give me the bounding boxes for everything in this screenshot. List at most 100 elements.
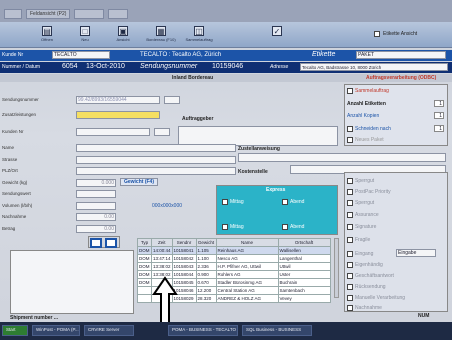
option-2-label: Sperrgut: [355, 200, 375, 206]
option-8-checkbox[interactable]: [347, 273, 353, 279]
option-4-checkbox[interactable]: [347, 224, 353, 230]
taskbar-item-sql[interactable]: SQL Business - BUSINESS: [242, 325, 312, 336]
toolbar-button-view-label: Ansicht: [116, 37, 130, 42]
option-7-checkbox[interactable]: [347, 262, 353, 268]
zustell-dropdown[interactable]: [238, 153, 446, 162]
auftraggeber-label: Auftraggeber: [182, 116, 214, 122]
anzahl-kopien-label: Anzahl Kopien: [347, 113, 380, 119]
col-name[interactable]: Name: [215, 238, 279, 247]
kunden-nr-input[interactable]: [76, 128, 150, 136]
taskbar-item-server[interactable]: CRVIRE Server: [84, 325, 134, 336]
name-input[interactable]: [76, 144, 236, 152]
etikette-input[interactable]: PAKET: [356, 51, 446, 59]
tab-4[interactable]: [108, 9, 128, 19]
table-scrollbar[interactable]: [334, 238, 339, 298]
tab-feldansicht[interactable]: Feldansicht (P2): [26, 9, 70, 19]
nav-next-button[interactable]: [105, 238, 117, 248]
table-row[interactable]: DOM 14:00:44 10158041 1.105 Reinhaus AG Walli…: [137, 246, 331, 255]
table-header-row: Typ Zeit Sendnr Gewicht Name Ortschaft: [137, 238, 331, 247]
option-5-label: Fragile: [355, 237, 371, 243]
tab-3[interactable]: [74, 9, 104, 19]
option-0-label: Sperrgut: [355, 178, 375, 184]
anzahl-etiketten-input[interactable]: 1: [434, 100, 444, 107]
option-7-label: Eigenhändig: [355, 262, 383, 268]
auftraggeber-box[interactable]: [178, 126, 338, 146]
toolbar-button-sammelauftrag-label: Sammelauftrag: [185, 37, 213, 42]
col-typ[interactable]: Typ: [137, 238, 152, 247]
option-2-checkbox[interactable]: [347, 200, 353, 206]
express-abend-checkbox[interactable]: [282, 199, 288, 205]
nummer-label: Nummer / Datum: [2, 64, 41, 70]
option-5-checkbox[interactable]: [347, 237, 353, 243]
sammelauftrag-checkbox[interactable]: [347, 88, 353, 94]
option-11-checkbox[interactable]: [347, 305, 353, 311]
taskbar-item-winpost[interactable]: WinPost - POMA (P...: [32, 325, 80, 336]
blank-icon: ✓: [272, 26, 282, 36]
cell: DOM: [137, 262, 152, 271]
col-sendnr[interactable]: Sendnr: [171, 238, 197, 247]
option-3-checkbox[interactable]: [347, 212, 353, 218]
taskbar-item-poma[interactable]: POMA - BUSINESS - TECALTO: [168, 325, 238, 336]
cell: 2.336: [195, 262, 217, 271]
gewicht-input[interactable]: 0.000: [76, 179, 116, 187]
toolbar-button-view[interactable]: ▣ Ansicht: [106, 24, 140, 46]
start-button[interactable]: Start: [2, 325, 28, 336]
option-1-checkbox[interactable]: [347, 189, 353, 195]
toolbar-button-bordereau[interactable]: ▦ Bordereau (F10): [144, 24, 178, 46]
option-4-label: Signature: [355, 224, 377, 230]
zustell-label: Zustellanweisung: [238, 146, 280, 152]
zusatzleistungen-input[interactable]: [76, 111, 160, 119]
toolbar-button-open[interactable]: ▤ Offnen: [30, 24, 64, 46]
sammelauftrag-label: Sammelauftrag: [355, 88, 389, 94]
kunde-input[interactable]: TECALTO: [52, 51, 110, 59]
volumen-input[interactable]: [76, 202, 116, 210]
row-label-strasse: Strasse: [2, 157, 18, 162]
neues-paket-checkbox[interactable]: [347, 137, 353, 143]
nachnahme-input[interactable]: 0.00: [76, 213, 116, 221]
tab-1[interactable]: [4, 9, 22, 19]
col-ortschaft[interactable]: Ortschaft: [277, 238, 331, 247]
plz-ort-input[interactable]: [76, 167, 236, 175]
toolbar-button-new[interactable]: □ Neu: [68, 24, 102, 46]
schneiden-checkbox[interactable]: [347, 126, 353, 132]
kunden-lookup-button[interactable]: [154, 128, 170, 136]
express-mittag2-checkbox[interactable]: [222, 224, 228, 230]
express-abend2-checkbox[interactable]: [282, 224, 288, 230]
strasse-input[interactable]: [76, 156, 236, 164]
option-10-checkbox[interactable]: [347, 295, 353, 301]
gewicht-button[interactable]: Gewicht (F4): [120, 178, 158, 186]
toolbar-button-extra[interactable]: ✓: [260, 24, 294, 46]
sendung-lookup-button[interactable]: [164, 96, 180, 104]
express-mittag-checkbox[interactable]: [222, 199, 228, 205]
option-0-checkbox[interactable]: [347, 178, 353, 184]
row-label-wert: Sendungswert: [2, 191, 31, 196]
notes-box[interactable]: [10, 250, 134, 314]
toolbar-button-open-label: Offnen: [41, 37, 53, 42]
option-9-checkbox[interactable]: [347, 284, 353, 290]
anzahl-etiketten-label: Anzahl Etiketten: [347, 101, 386, 107]
schneiden-input[interactable]: 1: [434, 125, 444, 132]
sendungsnummer-label: Sendungsnummer: [140, 63, 198, 70]
anzahl-kopien-input[interactable]: 1: [434, 112, 444, 119]
num-indicator: NUM: [418, 313, 430, 319]
option-6-checkbox[interactable]: [347, 251, 353, 257]
table-row[interactable]: DOM 13:38:02 10158043 2.336 H.P. Pfifner AG,…: [137, 262, 331, 271]
row-label-nachnahme: Nachnahme: [2, 214, 27, 219]
sendungswert-input[interactable]: [76, 190, 116, 198]
nav-prev-button[interactable]: [90, 238, 102, 248]
open-icon: ▤: [42, 26, 52, 36]
cell: 1.100: [195, 254, 217, 263]
adresse-input[interactable]: Tecalto AG, Badstrasse 10, 8000 Zürich: [300, 63, 448, 71]
row-label-gewicht: Gewicht (kg): [2, 180, 28, 185]
cell: 1.105: [195, 246, 217, 255]
datum-value: 13-Oct-2010: [86, 63, 125, 70]
betrag-input[interactable]: 0.00: [76, 225, 116, 233]
col-zeit[interactable]: Zeit: [151, 238, 173, 247]
etikette-ansicht-checkbox[interactable]: [374, 31, 380, 37]
eingang-dropdown[interactable]: Eingabe: [396, 249, 436, 257]
toolbar-button-sammelauftrag[interactable]: ◫ Sammelauftrag: [182, 24, 216, 46]
cell: 0.670: [195, 278, 217, 287]
table-row[interactable]: DOM 13:47:14 10158042 1.100 Nesco AG Langenth…: [137, 254, 331, 263]
col-gewicht[interactable]: Gewicht: [195, 238, 217, 247]
sendungsnummer-input[interactable]: 99.42/8993/16559044: [76, 96, 160, 104]
